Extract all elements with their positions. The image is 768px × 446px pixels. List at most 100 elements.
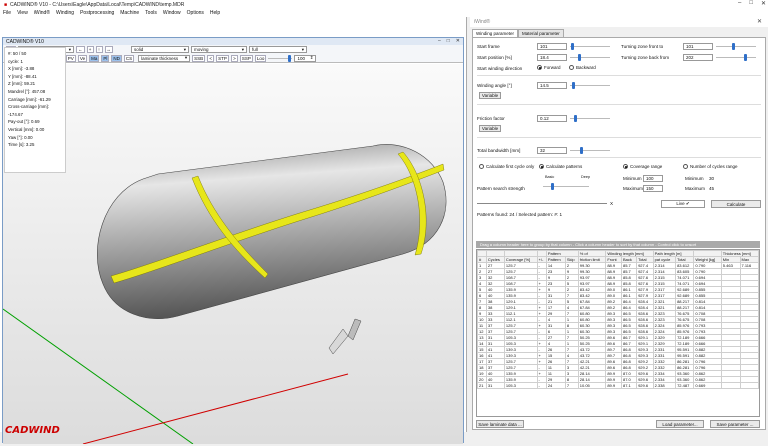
toggle-cs-button[interactable]: CS bbox=[123, 54, 135, 62]
turn-back-input[interactable]: 202 bbox=[683, 54, 713, 61]
winding-angle-slider[interactable] bbox=[570, 82, 610, 89]
calculate-button[interactable]: Calculate bbox=[711, 200, 761, 208]
menu-tools[interactable]: Tools bbox=[145, 10, 157, 16]
live-button[interactable]: Live ✔ bbox=[661, 200, 705, 208]
doc-close-icon[interactable]: ✕ bbox=[456, 38, 460, 44]
calc-first-cycle-radio[interactable]: Calculate first cycle only bbox=[479, 164, 534, 169]
extent-value: full bbox=[252, 47, 258, 52]
readout-vertical: Vertical [mm]: 0.00 bbox=[8, 126, 45, 132]
menu-winding[interactable]: Winding bbox=[56, 10, 74, 16]
start-position-label: Start position [%] bbox=[477, 55, 512, 60]
cycles-range-radio[interactable]: Number of cycles range bbox=[683, 164, 738, 169]
turn-back-label: Turning zone back from bbox=[621, 55, 670, 60]
menu-options[interactable]: Options bbox=[187, 10, 204, 16]
table-cell: 10.05 bbox=[577, 382, 607, 389]
max-coverage-input[interactable]: 150 bbox=[643, 185, 663, 192]
readout-x: X [mm]: -3.88 bbox=[8, 66, 35, 72]
stop-button[interactable]: STP bbox=[216, 54, 229, 62]
deep-label: Deep bbox=[581, 175, 591, 179]
save-parameter-button[interactable]: Save parameter ... bbox=[710, 420, 760, 428]
ssb-button[interactable]: SSB bbox=[192, 54, 206, 62]
group-hint: Drag a column header here to group by th… bbox=[476, 241, 760, 248]
bandwidth-input[interactable]: 32 bbox=[537, 147, 567, 154]
friction-label: Friction factor bbox=[477, 116, 505, 121]
start-frame-slider[interactable] bbox=[570, 43, 610, 50]
step-back-button[interactable]: < bbox=[207, 54, 215, 62]
angle-variable-button[interactable]: Variable bbox=[479, 92, 501, 99]
toggle-pl-button[interactable]: Pl bbox=[101, 54, 110, 62]
menu-machine[interactable]: Machine bbox=[120, 10, 139, 16]
window-title: CADWIND® V10 - C:\Users\Eagle\AppData\Lo… bbox=[10, 1, 185, 8]
friction-variable-button[interactable]: Variable bbox=[479, 125, 501, 132]
speed-slider[interactable] bbox=[268, 54, 293, 62]
friction-input[interactable]: 0.12 bbox=[537, 115, 567, 122]
calc-patterns-radio[interactable]: Calculate patterns bbox=[539, 164, 582, 169]
toggle-nd-button[interactable]: ND bbox=[111, 54, 122, 62]
search-strength-slider[interactable] bbox=[543, 183, 589, 190]
bandwidth-slider[interactable] bbox=[570, 147, 610, 154]
panel-title-bar: iWind® ✕ bbox=[470, 17, 768, 27]
tab-material-parameter[interactable]: Material parameter bbox=[518, 29, 564, 37]
table-cell: 0.669 bbox=[693, 382, 722, 389]
table-row[interactable]: 21 31 105.3-24 7 10.05 89.9 87.1 929.6 2.338 72.4… bbox=[477, 382, 759, 389]
backward-radio[interactable]: Backward bbox=[569, 65, 596, 70]
min-coverage-input[interactable]: 100 bbox=[643, 175, 663, 182]
doc-minimize-icon[interactable]: – bbox=[438, 38, 441, 44]
tab-winding-parameter[interactable]: Winding parameter bbox=[472, 29, 519, 37]
menu-iwind[interactable]: iWind® bbox=[34, 10, 50, 16]
start-position-input[interactable]: 18.4 bbox=[537, 54, 567, 61]
chevron-down-icon: ▾ bbox=[68, 46, 72, 52]
turn-front-slider[interactable] bbox=[716, 43, 756, 50]
table-cell: 2.338 bbox=[652, 382, 677, 389]
panel-close-icon[interactable]: ✕ bbox=[757, 18, 762, 25]
render-mode-select[interactable]: solid ▾ bbox=[131, 46, 190, 53]
start-frame-input[interactable]: 101 bbox=[537, 43, 567, 50]
workspace: CADWIND® V10 – □ ✕ 1st perspective▾ ← + … bbox=[0, 17, 467, 445]
start-position-slider[interactable] bbox=[570, 54, 610, 61]
nav-up-button[interactable]: ↑ bbox=[95, 46, 103, 53]
view-toolbar: 1st perspective▾ ← + ↑ ↔ solid▾ moving▾ … bbox=[3, 45, 463, 54]
ssp-button[interactable]: SSP bbox=[239, 54, 253, 62]
toggle-ma-button[interactable]: Ma bbox=[89, 54, 100, 62]
menu-file[interactable]: File bbox=[3, 10, 11, 16]
coverage-range-radio[interactable]: Coverage range bbox=[623, 164, 662, 169]
bandwidth-label: Total bandwidth [mm] bbox=[477, 148, 521, 153]
load-parameter-button[interactable]: Load parameter... bbox=[656, 420, 704, 428]
menu-help[interactable]: Help bbox=[210, 10, 220, 16]
friction-slider[interactable] bbox=[570, 115, 610, 122]
toggle-ve-button[interactable]: Ve bbox=[77, 54, 88, 62]
turn-front-input[interactable]: 101 bbox=[683, 43, 713, 50]
3d-viewport[interactable] bbox=[2, 64, 463, 445]
table-cell bbox=[739, 382, 759, 389]
nav-left-button[interactable]: ← bbox=[76, 46, 85, 53]
start-frame-label: Start frame bbox=[477, 44, 500, 49]
display-toolbar: Co Di MM PH PP PV Ve Ma Pl ND CS laminat… bbox=[3, 54, 463, 63]
speed-counter[interactable]: 100 ⇕ bbox=[294, 54, 317, 62]
pan-button[interactable]: ↔ bbox=[104, 46, 114, 53]
pattern-rows: 1 27 125.7-14 2 99.30 88.9 85.7 927.4 2.314 83.61… bbox=[477, 262, 759, 389]
loop-button[interactable]: Loo bbox=[254, 54, 267, 62]
readout-payout: Pay-out [°]: 0.69 bbox=[8, 119, 40, 125]
motion-select[interactable]: moving ▾ bbox=[191, 46, 248, 53]
winding-angle-input[interactable]: 14.5 bbox=[537, 82, 567, 89]
save-laminate-button[interactable]: Save laminate data ... bbox=[476, 420, 524, 428]
zoom-in-button[interactable]: + bbox=[86, 46, 94, 53]
menu-window[interactable]: Window bbox=[163, 10, 181, 16]
motion-value: moving bbox=[194, 47, 209, 52]
table-cell: 89.9 bbox=[605, 382, 622, 389]
menu-view[interactable]: View bbox=[17, 10, 28, 16]
chevron-down-icon: ▾ bbox=[241, 46, 245, 52]
pattern-grid[interactable]: Pattern % of Winding length [mm] Path le… bbox=[476, 249, 760, 417]
layer-select[interactable]: laminate thickness ▾ bbox=[138, 54, 191, 62]
minimize-icon[interactable]: – bbox=[738, 0, 741, 7]
turn-back-slider[interactable] bbox=[716, 54, 756, 61]
extent-select[interactable]: full ▾ bbox=[249, 46, 308, 53]
step-forward-button[interactable]: > bbox=[230, 54, 238, 62]
close-icon[interactable]: ✕ bbox=[761, 0, 766, 7]
maximize-icon[interactable]: □ bbox=[749, 0, 753, 7]
toggle-pv-button[interactable]: PV bbox=[65, 54, 76, 62]
menu-postprocessing[interactable]: Postprocessing bbox=[80, 10, 114, 16]
doc-maximize-icon[interactable]: □ bbox=[447, 38, 450, 44]
forward-radio[interactable]: Forward bbox=[537, 65, 561, 70]
readout-yaw: Yaw [°]: 0.00 bbox=[8, 134, 33, 140]
